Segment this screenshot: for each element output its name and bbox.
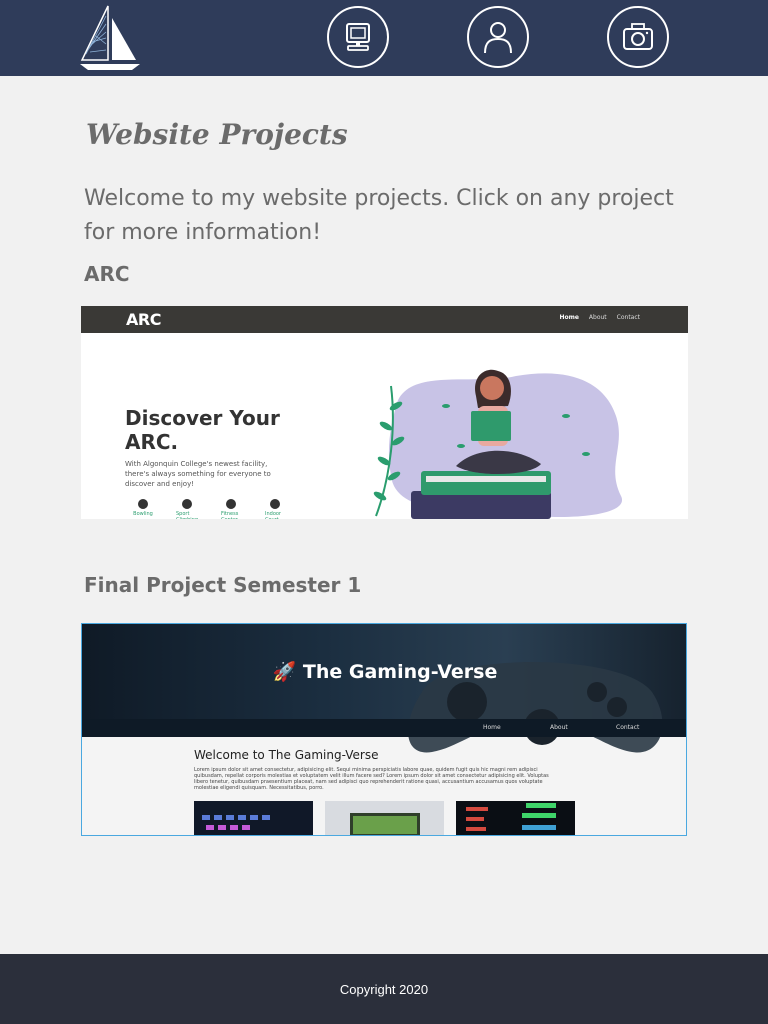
gaming-verse-title: 🚀 The Gaming-Verse (272, 661, 498, 683)
page-title: Website Projects (86, 118, 348, 151)
project-heading-arc: ARC (84, 262, 130, 286)
arc-preview-text: With Algonquin College's newest facility… (125, 460, 271, 488)
gaming-verse-link-about: About (550, 724, 568, 731)
gaming-verse-headline: Welcome to The Gaming-Verse (194, 748, 379, 762)
arc-feature-climbing: Sport Climbing (176, 499, 198, 519)
rocket-icon: 🚀 (272, 661, 297, 683)
computer-icon[interactable] (327, 6, 389, 68)
camera-icon[interactable] (607, 6, 669, 68)
reading-woman-illustration (373, 369, 623, 519)
arc-preview-link-about: About (588, 314, 607, 321)
arc-feature-bowling: Bowling (133, 499, 153, 519)
user-icon[interactable] (467, 6, 529, 68)
tv-thumbnail (325, 801, 444, 835)
keyboard-thumbnail (194, 801, 313, 835)
gaming-verse-link-contact: Contact (616, 724, 640, 731)
arc-project-preview[interactable]: ARC Home About Contact Discover Your ARC… (81, 306, 688, 519)
arc-feature-court: Indoor Court (265, 499, 285, 519)
footer: Copyright 2020 (0, 954, 768, 1024)
arc-preview-links: Home About Contact (559, 314, 640, 321)
copyright-text: Copyright 2020 (339, 981, 429, 997)
gaming-verse-text: Lorem ipsum dolor sit amet consectetur, … (194, 767, 549, 791)
arc-preview-link-contact: Contact (616, 314, 640, 321)
project-heading-final-project: Final Project Semester 1 (84, 573, 362, 597)
arc-preview-features: Bowling Sport Climbing Fitness Center In… (133, 499, 285, 519)
gaming-verse-navbar: Home About Contact (82, 719, 686, 737)
gaming-verse-hero: 🚀 The Gaming-Verse (82, 624, 686, 753)
arc-feature-fitness: Fitness Center (221, 499, 241, 519)
arc-preview-headline: Discover Your ARC. (125, 406, 280, 454)
gaming-verse-project-preview[interactable]: 🚀 The Gaming-Verse Home About Contact We… (81, 623, 687, 836)
game-controller-image (408, 662, 663, 753)
gaming-verse-link-home: Home (483, 724, 501, 731)
arc-preview-logo: ARC (126, 310, 161, 329)
intro-text: Welcome to my website projects. Click on… (84, 186, 674, 245)
stock-numbers-thumbnail (456, 801, 575, 835)
top-navigation-bar (0, 0, 768, 76)
arc-preview-navbar: ARC Home About Contact (81, 306, 688, 333)
sailboat-logo-icon[interactable] (78, 4, 142, 72)
arc-preview-link-home: Home (559, 314, 579, 321)
